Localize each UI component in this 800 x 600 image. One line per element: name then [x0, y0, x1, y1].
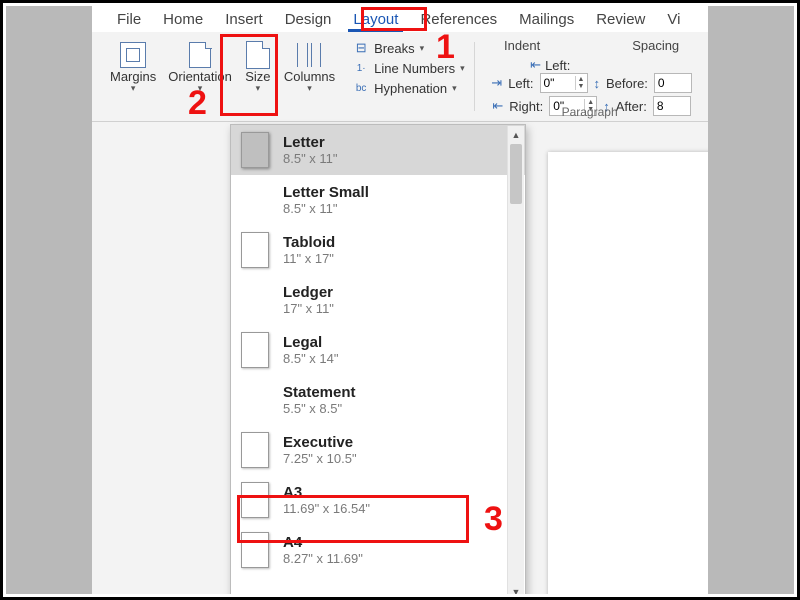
page-icon: [241, 482, 269, 518]
size-option-dim: 8.5" x 11": [283, 201, 369, 216]
indent-left-icon: ⇤: [530, 57, 541, 73]
size-option-name: Executive: [283, 434, 357, 451]
size-option-tabloid[interactable]: Tabloid11" x 17": [231, 225, 525, 275]
chevron-down-icon: ▾: [307, 84, 312, 92]
line-numbers-button[interactable]: 1· Line Numbers ▾: [353, 60, 464, 76]
breaks-icon: ⊟: [353, 40, 369, 56]
size-option-name: Letter Small: [283, 184, 369, 201]
spacing-heading: Spacing: [632, 38, 679, 55]
page-icon: [241, 432, 269, 468]
indent-left-icon2: ⇥: [491, 75, 502, 91]
chevron-down-icon: ▾: [256, 84, 261, 92]
line-numbers-icon: 1·: [353, 60, 369, 76]
page-icon: [241, 332, 269, 368]
size-option-a3[interactable]: A311.69" x 16.54": [231, 475, 525, 525]
size-option-name: Legal: [283, 334, 339, 351]
size-button[interactable]: Size ▾: [238, 38, 278, 94]
group-page-setup-big: Margins ▾ Orientation ▾ Size ▾: [100, 36, 345, 121]
spacing-before-icon: ↕: [594, 76, 601, 91]
size-dropdown: Letter8.5" x 11"Letter Small8.5" x 11"Ta…: [230, 124, 526, 594]
tab-home[interactable]: Home: [152, 8, 214, 31]
tab-design[interactable]: Design: [274, 8, 343, 31]
size-option-dim: 11.69" x 16.54": [283, 501, 370, 516]
size-option-letter[interactable]: Letter8.5" x 11": [231, 125, 525, 175]
page-icon: [241, 132, 269, 168]
chevron-down-icon: ▾: [420, 44, 425, 52]
scroll-down-button[interactable]: ▼: [508, 583, 524, 594]
ribbon-tabs: File Home Insert Design Layout Reference…: [92, 6, 708, 32]
tab-references[interactable]: References: [409, 8, 508, 31]
spacing-before-input[interactable]: [654, 73, 692, 93]
size-option-name: A4: [283, 534, 363, 551]
indent-left-label2: Left:: [508, 76, 533, 91]
size-option-dim: 11" x 17": [283, 251, 335, 266]
scroll-up-button[interactable]: ▲: [508, 126, 524, 143]
tab-review[interactable]: Review: [585, 8, 656, 31]
size-option-name: Statement: [283, 384, 356, 401]
size-option-dim: 8.27" x 11.69": [283, 551, 363, 566]
size-option-ledger[interactable]: Ledger17" x 11": [231, 275, 525, 325]
orientation-icon: [189, 42, 211, 68]
indent-left-label: Left:: [545, 58, 570, 73]
indent-left-input[interactable]: ▲▼: [540, 73, 588, 93]
size-option-name: Ledger: [283, 284, 334, 301]
margins-icon: [120, 42, 146, 68]
tab-file[interactable]: File: [106, 8, 152, 31]
size-option-a4[interactable]: A48.27" x 11.69": [231, 525, 525, 575]
spacing-before-label: Before:: [606, 76, 648, 91]
chevron-down-icon: ▾: [198, 84, 203, 92]
columns-button[interactable]: Columns ▾: [278, 38, 341, 94]
size-option-executive[interactable]: Executive7.25" x 10.5": [231, 425, 525, 475]
size-option-dim: 8.5" x 11": [283, 151, 338, 166]
tab-layout[interactable]: Layout: [342, 8, 409, 31]
size-option-dim: 7.25" x 10.5": [283, 451, 357, 466]
group-page-setup-small: ⊟ Breaks ▾ 1· Line Numbers ▾ bc Hyphenat…: [345, 36, 474, 121]
margins-button[interactable]: Margins ▾: [104, 38, 162, 94]
chevron-down-icon: ▾: [460, 64, 465, 72]
size-option-dim: 8.5" x 14": [283, 351, 339, 366]
paragraph-group-label: Paragraph: [475, 105, 705, 119]
indent-heading: Indent: [504, 38, 540, 55]
size-option-name: Tabloid: [283, 234, 335, 251]
breaks-button[interactable]: ⊟ Breaks ▾: [353, 40, 464, 56]
size-option-letter-small[interactable]: Letter Small8.5" x 11": [231, 175, 525, 225]
page-size-icon: [246, 41, 270, 69]
size-option-dim: 5.5" x 8.5": [283, 401, 356, 416]
scrollbar[interactable]: ▲ ▼: [507, 126, 524, 594]
size-option-statement[interactable]: Statement5.5" x 8.5": [231, 375, 525, 425]
tab-mailings[interactable]: Mailings: [508, 8, 585, 31]
chevron-down-icon: ▾: [452, 84, 457, 92]
scroll-thumb[interactable]: [510, 144, 522, 204]
size-option-name: Letter: [283, 134, 338, 151]
tab-view[interactable]: Vi: [656, 8, 691, 31]
page-icon: [241, 532, 269, 568]
size-option-name: A3: [283, 484, 370, 501]
orientation-button[interactable]: Orientation ▾: [162, 38, 238, 94]
document-area: Letter8.5" x 11"Letter Small8.5" x 11"Ta…: [92, 122, 708, 594]
document-page[interactable]: [548, 152, 708, 594]
page-icon: [241, 232, 269, 268]
size-option-dim: 17" x 11": [283, 301, 334, 316]
size-option-legal[interactable]: Legal8.5" x 14": [231, 325, 525, 375]
tab-insert[interactable]: Insert: [214, 8, 274, 31]
hyphenation-icon: bc: [353, 80, 369, 96]
hyphenation-button[interactable]: bc Hyphenation ▾: [353, 80, 464, 96]
ribbon-layout: Margins ▾ Orientation ▾ Size ▾: [92, 32, 708, 122]
chevron-down-icon: ▾: [131, 84, 136, 92]
columns-icon: [297, 43, 321, 67]
group-paragraph: Indent Spacing ⇤ Left: ⇥ Left: ▲▼ ↕: [475, 36, 705, 121]
